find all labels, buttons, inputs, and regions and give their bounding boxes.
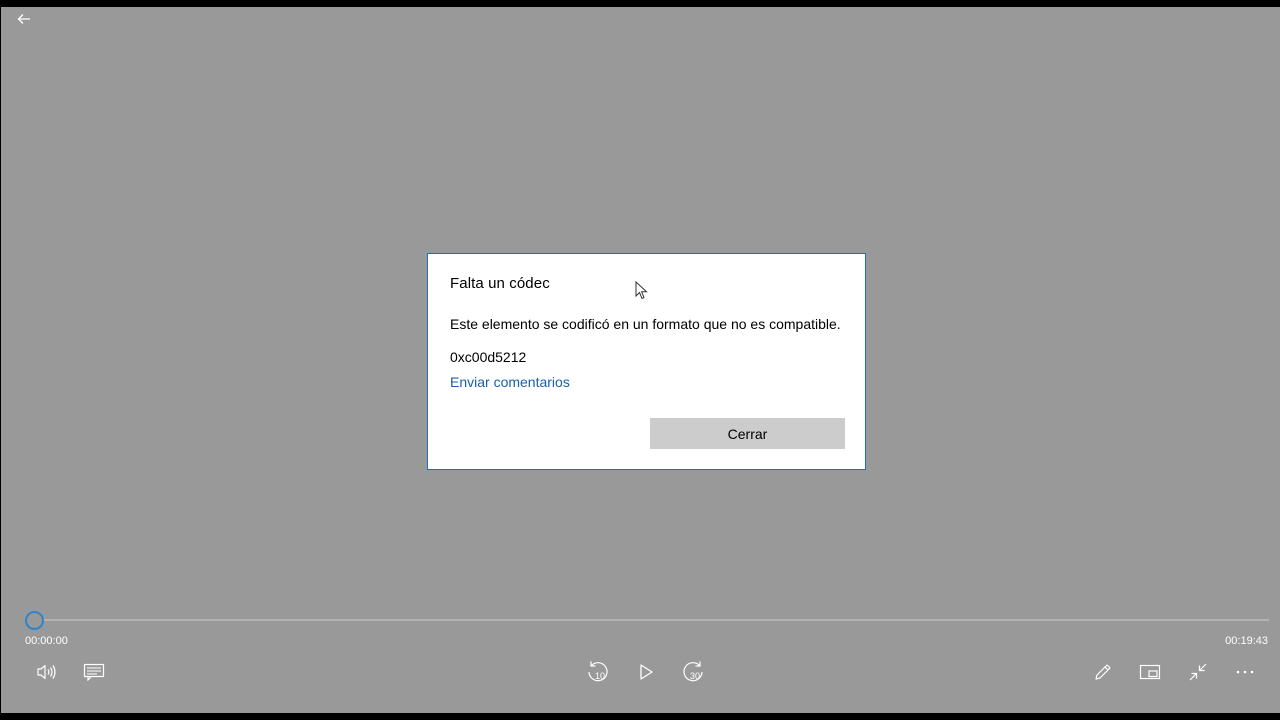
volume-icon xyxy=(37,664,56,680)
skip-back-seconds-label: 10 xyxy=(595,671,605,681)
video-player: Falta un códec Este elemento se codificó… xyxy=(1,7,1280,713)
seek-thumb[interactable] xyxy=(25,611,44,630)
dialog-title: Falta un códec xyxy=(450,275,550,292)
more-options-button[interactable] xyxy=(1230,657,1260,687)
skip-forward-30-icon: 30 xyxy=(683,661,703,682)
back-button[interactable] xyxy=(13,9,35,29)
skip-back-button[interactable]: 10 xyxy=(583,657,613,687)
play-icon xyxy=(640,664,653,680)
close-button[interactable]: Cerrar xyxy=(650,418,845,449)
skip-forward-seconds-label: 30 xyxy=(690,671,700,681)
send-feedback-link[interactable]: Enviar comentarios xyxy=(450,374,570,390)
mouse-cursor-icon xyxy=(635,281,648,300)
skip-back-10-icon: 10 xyxy=(588,661,608,682)
more-options-icon xyxy=(1236,670,1254,674)
mini-view-button[interactable] xyxy=(1135,657,1165,687)
subtitles-button[interactable] xyxy=(79,657,109,687)
play-button[interactable] xyxy=(631,657,661,687)
skip-forward-button[interactable]: 30 xyxy=(678,657,708,687)
pencil-icon xyxy=(1095,664,1111,680)
mini-view-icon xyxy=(1139,664,1161,680)
seek-track[interactable] xyxy=(34,619,1269,621)
current-time: 00:00:00 xyxy=(25,635,68,647)
dialog-message: Este elemento se codificó en un formato … xyxy=(450,316,841,332)
exit-fullscreen-button[interactable] xyxy=(1183,657,1213,687)
total-time: 00:19:43 xyxy=(1225,635,1268,647)
error-code: 0xc00d5212 xyxy=(450,349,527,365)
edit-button[interactable] xyxy=(1088,657,1118,687)
back-arrow-icon xyxy=(17,14,30,24)
exit-fullscreen-icon xyxy=(1189,663,1207,681)
volume-button[interactable] xyxy=(32,657,62,687)
subtitles-icon xyxy=(83,663,105,681)
